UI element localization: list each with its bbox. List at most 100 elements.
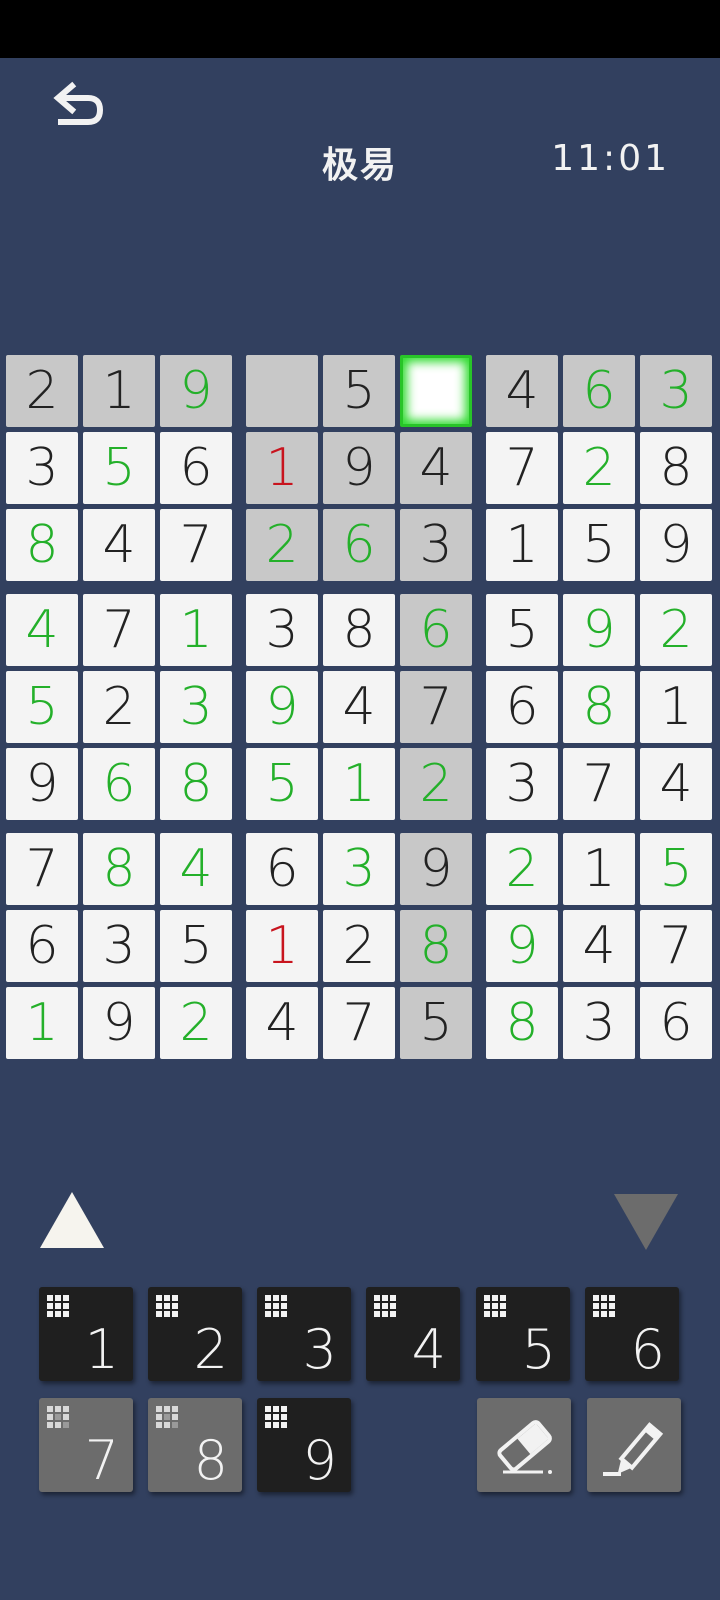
cell-r8c6[interactable]: 8 [400,910,472,982]
cell-r8c1[interactable]: 6 [6,910,78,982]
cell-r9c4[interactable]: 4 [246,987,318,1059]
cell-value: 6 [102,754,136,814]
cell-r6c3[interactable]: 8 [160,748,232,820]
cell-r3c3[interactable]: 7 [160,509,232,581]
cell-r1c4[interactable] [246,355,318,427]
cell-r7c4[interactable]: 6 [246,833,318,905]
cell-r9c2[interactable]: 9 [83,987,155,1059]
page-down-triangle-icon[interactable] [614,1194,678,1250]
cell-r2c3[interactable]: 6 [160,432,232,504]
cell-r9c5[interactable]: 7 [323,987,395,1059]
cell-r7c7[interactable]: 2 [486,833,558,905]
cell-r2c6[interactable]: 4 [400,432,472,504]
cell-r2c5[interactable]: 9 [323,432,395,504]
cell-r2c1[interactable]: 3 [6,432,78,504]
pencil-button[interactable] [587,1398,681,1492]
cell-r4c6[interactable]: 6 [400,594,472,666]
cell-r5c7[interactable]: 6 [486,671,558,743]
cell-r4c3[interactable]: 1 [160,594,232,666]
cell-r5c2[interactable]: 2 [83,671,155,743]
cell-r1c5[interactable]: 5 [323,355,395,427]
cell-r3c6[interactable]: 3 [400,509,472,581]
cell-r7c6[interactable]: 9 [400,833,472,905]
cell-r8c3[interactable]: 5 [160,910,232,982]
cell-r7c8[interactable]: 1 [563,833,635,905]
cell-r8c9[interactable]: 7 [640,910,712,982]
cell-r1c1[interactable]: 2 [6,355,78,427]
cell-r2c7[interactable]: 7 [486,432,558,504]
cell-r1c7[interactable]: 4 [486,355,558,427]
cell-r5c9[interactable]: 1 [640,671,712,743]
cell-r5c5[interactable]: 4 [323,671,395,743]
cell-r5c4[interactable]: 9 [246,671,318,743]
cell-r4c5[interactable]: 8 [323,594,395,666]
number-key-4[interactable]: 4 [366,1287,460,1381]
cell-r2c8[interactable]: 2 [563,432,635,504]
number-key-6[interactable]: 6 [585,1287,679,1381]
eraser-button[interactable] [477,1398,571,1492]
number-key-5[interactable]: 5 [476,1287,570,1381]
cell-r3c4[interactable]: 2 [246,509,318,581]
cell-r4c4[interactable]: 3 [246,594,318,666]
cell-r8c7[interactable]: 9 [486,910,558,982]
cell-r3c5[interactable]: 6 [323,509,395,581]
cell-r4c7[interactable]: 5 [486,594,558,666]
page-up-triangle-icon[interactable] [40,1192,104,1248]
cell-r1c3[interactable]: 9 [160,355,232,427]
cell-value: 1 [582,839,616,899]
cell-r9c6[interactable]: 5 [400,987,472,1059]
cell-r7c2[interactable]: 8 [83,833,155,905]
cell-r1c2[interactable]: 1 [83,355,155,427]
back-button[interactable] [50,80,110,130]
cell-r7c1[interactable]: 7 [6,833,78,905]
cell-r6c9[interactable]: 4 [640,748,712,820]
cell-r4c2[interactable]: 7 [83,594,155,666]
cell-r1c6[interactable] [400,355,472,427]
cell-r5c3[interactable]: 3 [160,671,232,743]
cell-r6c1[interactable]: 9 [6,748,78,820]
cell-r2c9[interactable]: 8 [640,432,712,504]
cell-r8c4[interactable]: 1 [246,910,318,982]
cell-r1c8[interactable]: 6 [563,355,635,427]
number-key-3[interactable]: 3 [257,1287,351,1381]
cell-r6c4[interactable]: 5 [246,748,318,820]
number-key-1[interactable]: 1 [39,1287,133,1381]
cell-r9c7[interactable]: 8 [486,987,558,1059]
number-key-8[interactable]: 8 [148,1398,242,1492]
cell-r7c3[interactable]: 4 [160,833,232,905]
cell-r5c8[interactable]: 8 [563,671,635,743]
cell-r4c1[interactable]: 4 [6,594,78,666]
cell-r3c7[interactable]: 1 [486,509,558,581]
cell-r3c2[interactable]: 4 [83,509,155,581]
cell-r8c5[interactable]: 2 [323,910,395,982]
cell-r6c2[interactable]: 6 [83,748,155,820]
cell-r6c7[interactable]: 3 [486,748,558,820]
number-key-2[interactable]: 2 [148,1287,242,1381]
cell-r2c4[interactable]: 1 [246,432,318,504]
cell-r9c1[interactable]: 1 [6,987,78,1059]
cell-r7c5[interactable]: 3 [323,833,395,905]
cell-r5c1[interactable]: 5 [6,671,78,743]
cell-r7c9[interactable]: 5 [640,833,712,905]
cell-r8c8[interactable]: 4 [563,910,635,982]
cell-r5c6[interactable]: 7 [400,671,472,743]
cell-r6c6[interactable]: 2 [400,748,472,820]
cell-value: 9 [102,993,136,1053]
cell-r9c8[interactable]: 3 [563,987,635,1059]
cell-r6c8[interactable]: 7 [563,748,635,820]
cell-r1c9[interactable]: 3 [640,355,712,427]
cell-value: 1 [179,600,213,660]
cell-r2c2[interactable]: 5 [83,432,155,504]
cell-r4c8[interactable]: 9 [563,594,635,666]
number-key-7[interactable]: 7 [39,1398,133,1492]
cell-r9c3[interactable]: 2 [160,987,232,1059]
cell-r8c2[interactable]: 3 [83,910,155,982]
cell-r6c5[interactable]: 1 [323,748,395,820]
cell-r3c8[interactable]: 5 [563,509,635,581]
cell-r3c9[interactable]: 9 [640,509,712,581]
number-key-9[interactable]: 9 [257,1398,351,1492]
cell-r4c9[interactable]: 2 [640,594,712,666]
cell-r3c1[interactable]: 8 [6,509,78,581]
cell-value: 5 [25,677,59,737]
cell-r9c9[interactable]: 6 [640,987,712,1059]
